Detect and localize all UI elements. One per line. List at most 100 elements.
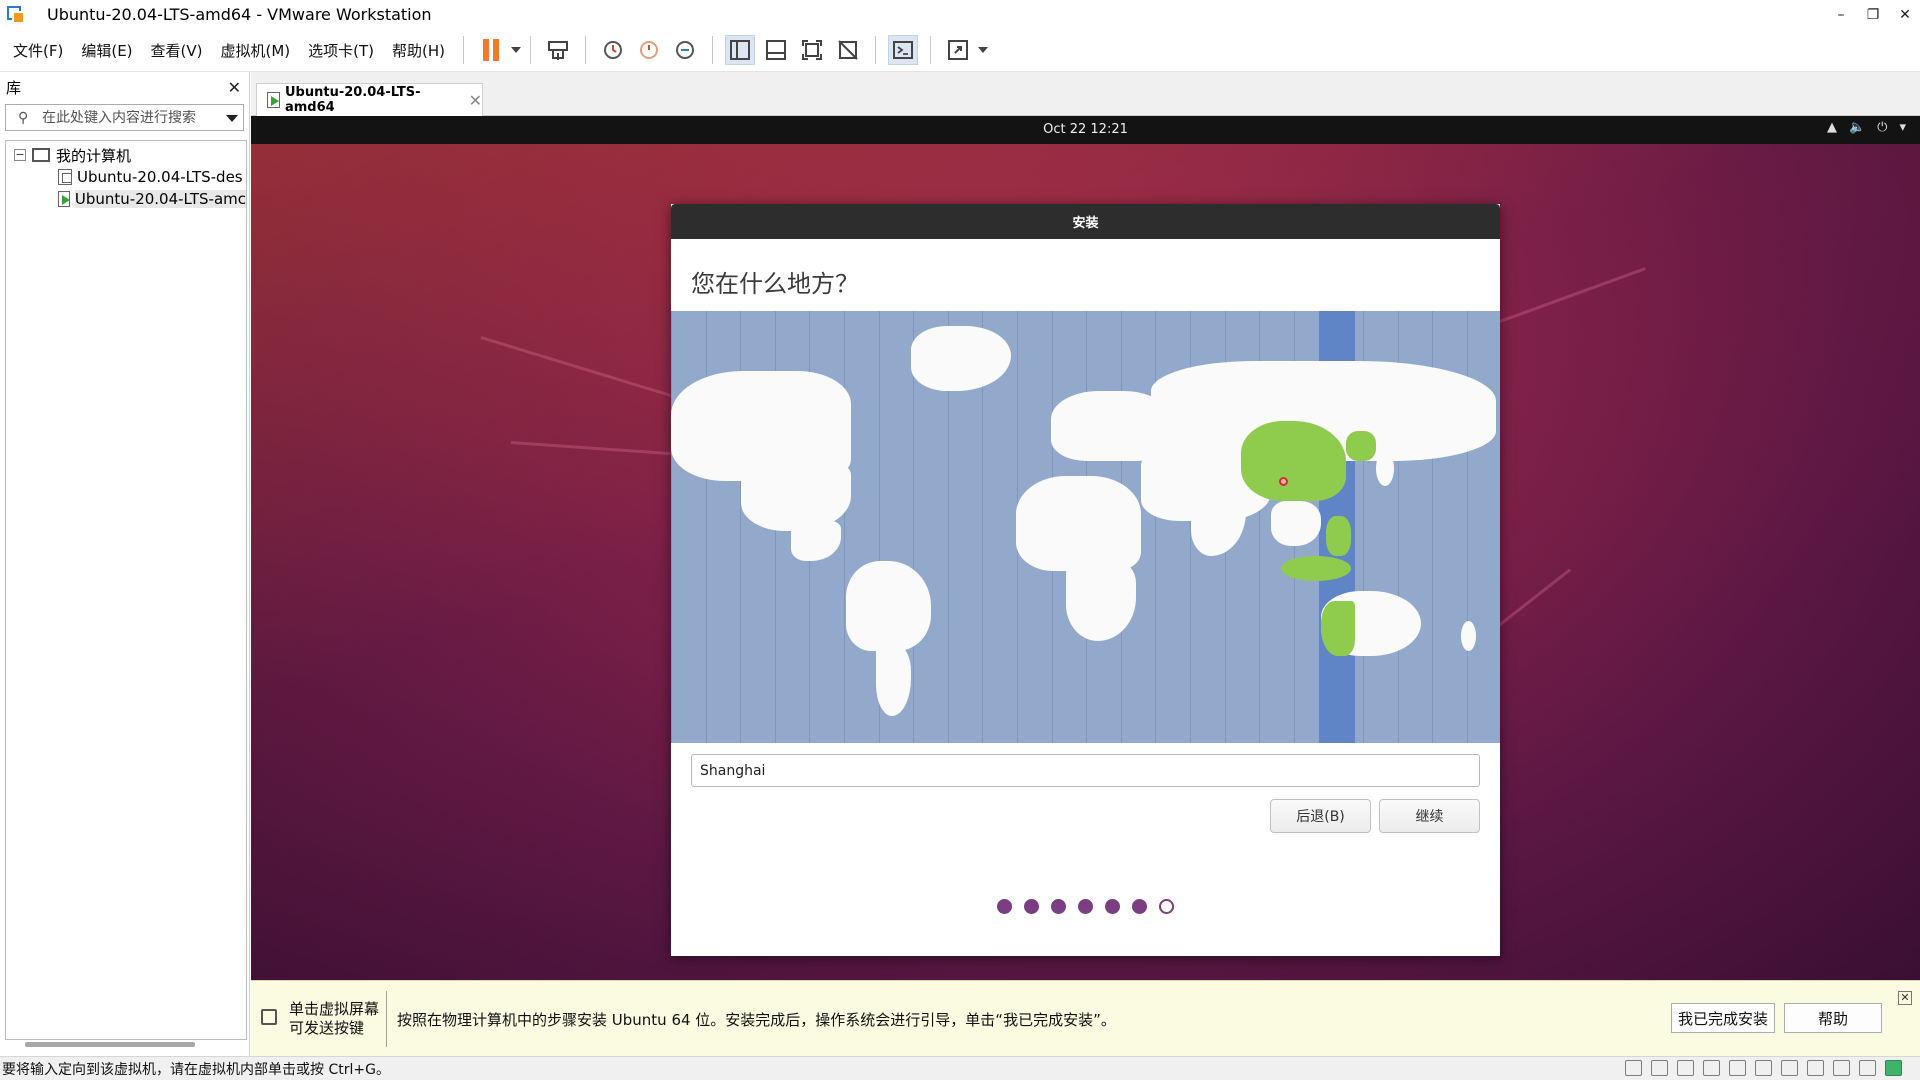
location-pin-icon — [1279, 477, 1288, 486]
printer-icon[interactable] — [1729, 1060, 1746, 1076]
stretch-guest-button[interactable] — [943, 35, 973, 65]
camera-icon[interactable] — [1833, 1060, 1850, 1076]
tree-item-my-computer[interactable]: − 我的计算机 — [6, 144, 246, 166]
library-close-button[interactable]: ✕ — [228, 78, 241, 97]
display-icon[interactable] — [1781, 1060, 1798, 1076]
cd-dvd-icon[interactable] — [1651, 1060, 1668, 1076]
pause-icon — [483, 39, 500, 61]
map-japan — [1376, 451, 1394, 486]
guest-screen[interactable]: Oct 22 12:21 ▲ 🔈 ⏻ ▾ 安装 您在什么地方？ Shanghai… — [251, 116, 1920, 980]
map-south-america — [846, 561, 931, 651]
minimize-button[interactable]: – — [1826, 0, 1856, 29]
status-text: 要将输入定向到该虚拟机，请在虚拟机内部单击或按 Ctrl+G。 — [2, 1061, 390, 1078]
timezone-input[interactable] — [691, 754, 1480, 787]
installer-window: 安装 您在什么地方？ Shanghai 后退(B) 继续 — [671, 204, 1500, 956]
window-title: Ubuntu-20.04-LTS-amd64 - VMware Workstat… — [47, 5, 432, 24]
volume-icon: 🔈 — [1848, 120, 1866, 135]
timezone-band — [1155, 311, 1157, 743]
hard-disk-icon[interactable] — [1625, 1060, 1642, 1076]
network-adapter-icon[interactable] — [1677, 1060, 1694, 1076]
timezone-map[interactable] — [671, 311, 1500, 743]
search-icon: ⚲ — [18, 109, 29, 126]
unity-button[interactable] — [833, 35, 863, 65]
hint-close-button[interactable]: ✕ — [1898, 991, 1912, 1005]
thumbnail-view-icon — [766, 40, 787, 60]
power-icon: ⏻ — [1877, 120, 1888, 135]
library-search-input[interactable] — [42, 109, 227, 126]
help-button[interactable]: 帮助 — [1784, 1003, 1882, 1033]
map-indonesia — [1281, 556, 1351, 581]
library-header: 库 ✕ — [0, 72, 249, 102]
pause-button[interactable] — [476, 35, 506, 65]
map-philippines — [1326, 516, 1351, 556]
tab-close-button[interactable]: ✕ — [469, 91, 482, 110]
menu-vm[interactable]: 虚拟机(M) — [212, 40, 300, 61]
thumbnail-bar-button[interactable] — [761, 35, 791, 65]
tree-label: Ubuntu-20.04-LTS-des — [77, 168, 243, 186]
tree-label: Ubuntu-20.04-LTS-amc — [74, 190, 246, 208]
search-dropdown-icon[interactable] — [226, 115, 238, 122]
map-africa-north — [1016, 476, 1141, 571]
hint-separator — [386, 991, 387, 1047]
vm-running-icon — [58, 191, 70, 207]
menu-help[interactable]: 帮助(H) — [383, 40, 454, 61]
usb-icon[interactable] — [1703, 1060, 1720, 1076]
fullscreen-button[interactable] — [797, 35, 827, 65]
send-ctrl-alt-del-icon — [548, 41, 569, 60]
stretch-icon — [948, 40, 969, 60]
restore-button[interactable]: ❐ — [1858, 0, 1888, 29]
progress-dot — [1105, 899, 1120, 914]
console-view-button[interactable] — [888, 35, 919, 65]
pause-dropdown-icon[interactable] — [511, 47, 522, 53]
tab-ubuntu-amd64[interactable]: Ubuntu-20.04-LTS-amd64 ✕ — [256, 83, 483, 116]
sound-icon[interactable] — [1755, 1060, 1772, 1076]
installer-heading: 您在什么地方？ — [691, 270, 859, 298]
vmware-logo-icon — [5, 4, 27, 26]
library-title: 库 — [6, 78, 22, 97]
toolbar-separator — [875, 36, 877, 64]
map-central-america — [791, 521, 841, 561]
toolbar-separator — [712, 36, 714, 64]
bluetooth-icon[interactable] — [1859, 1060, 1876, 1076]
map-southeast-asia — [1271, 501, 1321, 546]
hint-line-2: 可发送按键 — [289, 1019, 365, 1037]
stretch-dropdown-icon[interactable] — [978, 47, 989, 53]
close-window-button[interactable]: ✕ — [1890, 0, 1920, 29]
menu-edit[interactable]: 编辑(E) — [72, 40, 141, 61]
vm-powered-off-icon — [58, 169, 72, 185]
revert-snapshot-button[interactable] — [634, 35, 664, 65]
progress-dot — [1024, 899, 1039, 914]
library-panel: 库 ✕ ⚲ − 我的计算机 Ubuntu-20.04-LTS-des Ubunt… — [0, 72, 250, 1056]
unity-icon — [838, 40, 858, 60]
network-icon: ▲ — [1826, 120, 1837, 135]
installer-progress — [671, 899, 1500, 914]
progress-dot — [1159, 899, 1174, 914]
floppy-icon[interactable] — [1807, 1060, 1824, 1076]
tree-item-vm-desktop[interactable]: Ubuntu-20.04-LTS-des — [6, 166, 246, 188]
message-log-icon[interactable] — [1885, 1060, 1902, 1076]
finish-install-button[interactable]: 我已完成安装 — [1671, 1003, 1775, 1033]
tree-item-vm-amd64[interactable]: Ubuntu-20.04-LTS-amc — [6, 188, 246, 210]
tree-label: 我的计算机 — [56, 146, 132, 165]
installer-titlebar: 安装 — [671, 204, 1500, 239]
library-horizontal-scrollbar[interactable] — [5, 1038, 245, 1050]
snapshot-manager-button[interactable] — [670, 35, 700, 65]
gnome-clock[interactable]: Oct 22 12:21 — [251, 122, 1920, 137]
show-library-button[interactable] — [725, 35, 756, 65]
console-icon — [893, 41, 914, 59]
collapse-icon[interactable]: − — [14, 149, 26, 161]
gnome-system-tray[interactable]: ▲ 🔈 ⏻ ▾ — [1827, 120, 1906, 135]
progress-dot — [1051, 899, 1066, 914]
menu-tabs[interactable]: 选项卡(T) — [299, 40, 383, 61]
title-bar: Ubuntu-20.04-LTS-amd64 - VMware Workstat… — [0, 0, 1920, 29]
toolbar-separator — [585, 36, 587, 64]
map-new-zealand — [1461, 621, 1476, 651]
continue-button[interactable]: 继续 — [1379, 799, 1480, 833]
keyboard-icon — [261, 1009, 277, 1025]
send-ctrl-alt-del-button[interactable] — [543, 35, 573, 65]
menu-view[interactable]: 查看(V) — [142, 40, 212, 61]
vm-tab-bar: Ubuntu-20.04-LTS-amd64 ✕ — [251, 72, 1920, 116]
back-button[interactable]: 后退(B) — [1270, 799, 1371, 833]
menu-file[interactable]: 文件(F) — [4, 40, 72, 61]
take-snapshot-button[interactable] — [598, 35, 628, 65]
